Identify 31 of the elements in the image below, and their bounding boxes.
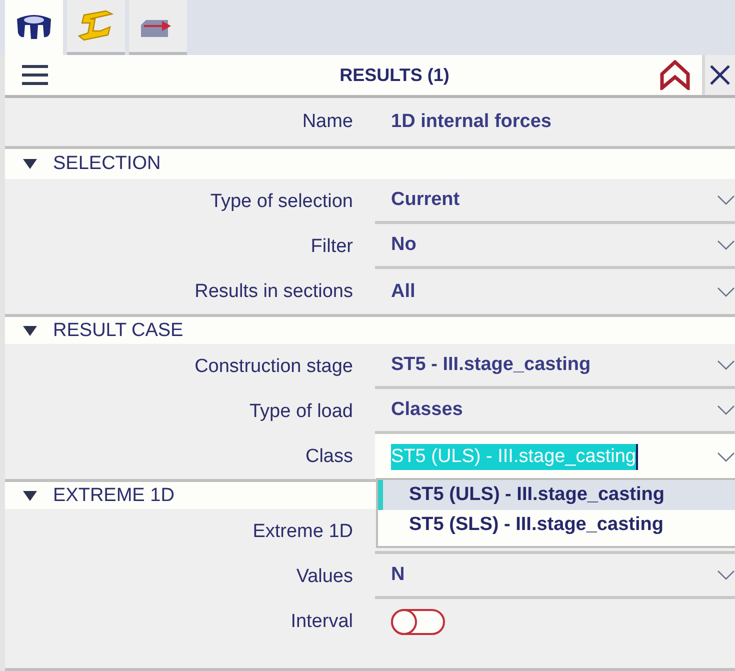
- field-label: Type of selection: [209, 190, 354, 212]
- menu-button[interactable]: [21, 64, 49, 86]
- field-label: Class: [304, 446, 354, 468]
- double-chevron-icon: [660, 60, 690, 90]
- section-header[interactable]: RESULT CASE: [5, 314, 735, 344]
- dropdown-option[interactable]: ST5 (ULS) - III.stage_casting: [378, 480, 735, 510]
- menu-icon: [21, 64, 49, 86]
- close-icon: [709, 64, 731, 86]
- chevron-icon: [717, 195, 735, 205]
- field-label: Extreme 1D: [252, 520, 354, 542]
- chevron-icon: [717, 286, 735, 296]
- tab[interactable]: [5, 0, 63, 55]
- collapse-button[interactable]: [660, 60, 690, 90]
- dropdown-option[interactable]: ST5 (SLS) - III.stage_casting: [378, 510, 735, 540]
- field-label: Interval: [290, 610, 354, 632]
- field-label: Construction stage: [194, 356, 354, 378]
- section-header[interactable]: SELECTION: [5, 149, 735, 179]
- field-label: Results in sections: [194, 280, 354, 302]
- field-label: Type of load: [248, 400, 354, 422]
- i-beam-icon: [76, 9, 116, 43]
- field-label: Name: [301, 111, 354, 133]
- chevron-icon: [717, 360, 735, 370]
- chevron-icon: [717, 452, 735, 462]
- chevron-icon: [717, 405, 735, 415]
- chevron-icon: [717, 240, 735, 250]
- field-label: Values: [295, 566, 354, 588]
- panel-title: RESULTS (1): [338, 64, 450, 86]
- field-label: Filter: [310, 236, 354, 258]
- chevron-icon: [717, 570, 735, 580]
- close-button[interactable]: [702, 55, 735, 95]
- toggle-switch[interactable]: [391, 608, 445, 634]
